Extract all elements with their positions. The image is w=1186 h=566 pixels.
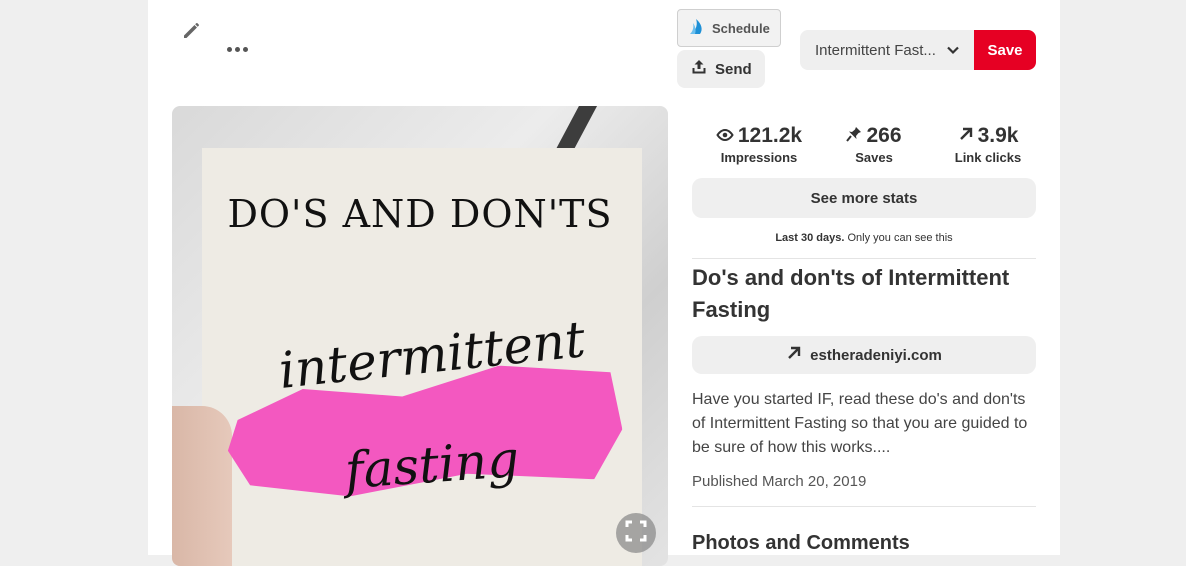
source-link-label: estheradeniyi.com: [810, 346, 942, 364]
pin-description: Have you started IF, read these do's and…: [692, 391, 1028, 456]
saves-value: 266: [866, 124, 902, 147]
more-options-icon[interactable]: [224, 38, 250, 60]
expand-icon: [625, 520, 647, 547]
pin-icon: [846, 124, 862, 148]
photos-comments-heading: Photos and Comments: [692, 532, 910, 554]
saves-label: Saves: [855, 150, 893, 165]
impressions-value: 121.2k: [737, 124, 803, 147]
link-clicks-label: Link clicks: [954, 150, 1022, 165]
eye-icon: [716, 124, 734, 148]
stats-period-note: Last 30 days. Only you can see this: [692, 232, 1036, 244]
pin-image[interactable]: DO'S AND DON'TS intermittent fasting: [172, 106, 668, 566]
divider: [692, 258, 1036, 259]
send-button[interactable]: Send: [677, 50, 765, 88]
save-button[interactable]: Save: [974, 30, 1036, 70]
see-more-stats-button[interactable]: See more stats: [692, 178, 1036, 218]
image-headline: DO'S AND DON'TS: [227, 192, 613, 236]
share-upload-icon: [691, 59, 707, 79]
impressions-label: Impressions: [720, 150, 798, 165]
divider: [692, 506, 1036, 507]
stat-impressions: 121.2k Impressions: [700, 124, 818, 165]
board-select-dropdown[interactable]: Intermittent Fast...: [800, 30, 974, 70]
expand-image-button[interactable]: [616, 513, 656, 553]
link-clicks-value: 3.9k: [977, 124, 1019, 147]
stat-link-clicks: 3.9k Link clicks: [930, 124, 1046, 165]
edit-pencil-icon[interactable]: [180, 18, 204, 42]
source-link-button[interactable]: estheradeniyi.com: [692, 336, 1036, 374]
published-date: Published March 20, 2019: [692, 473, 867, 490]
schedule-label: Schedule: [712, 20, 770, 36]
arrow-up-right-icon: [786, 345, 802, 365]
pin-title: Do's and don'ts of Intermittent Fasting: [692, 265, 1010, 322]
schedule-logo-icon: [688, 18, 706, 39]
board-select-value: Intermittent Fast...: [815, 41, 936, 59]
stats-privacy-note: Only you can see this: [847, 232, 953, 244]
send-label: Send: [715, 60, 752, 78]
stat-saves: 266 Saves: [826, 124, 922, 165]
schedule-button[interactable]: Schedule: [677, 9, 781, 47]
stats-period-bold: Last 30 days.: [775, 232, 845, 244]
chevron-down-icon: [946, 43, 960, 61]
arrow-up-right-icon: [958, 124, 974, 148]
